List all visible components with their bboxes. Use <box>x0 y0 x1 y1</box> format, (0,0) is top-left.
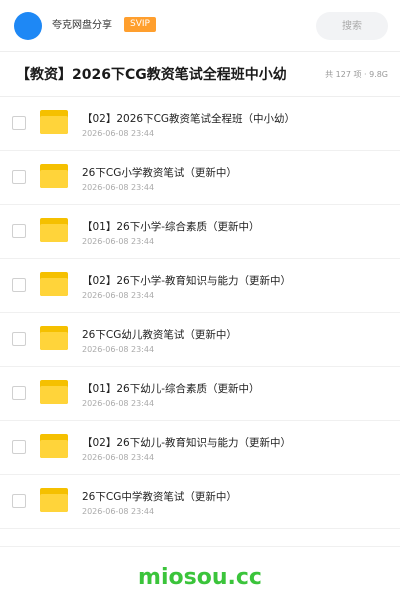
folder-icon <box>40 218 68 242</box>
folder-meta: 共 127 项 · 9.8G <box>325 70 388 79</box>
list-item[interactable]: 26下CG小学教资笔试（更新中） 2026-06-08 23:44 <box>0 151 400 205</box>
item-name: 【02】2026下CG教资笔试全程班（中小幼） <box>82 113 296 125</box>
item-checkbox[interactable] <box>12 278 26 292</box>
footer-divider <box>0 546 400 547</box>
search-input[interactable] <box>316 12 388 40</box>
svip-badge: SVIP <box>124 17 156 32</box>
item-name: 【01】26下幼儿-综合素质（更新中） <box>82 383 260 395</box>
item-name: 26下CG小学教资笔试（更新中） <box>82 167 237 179</box>
list-item[interactable]: 26下CG幼儿教资笔试（更新中） 2026-06-08 23:44 <box>0 313 400 367</box>
folder-icon <box>40 326 68 350</box>
item-checkbox[interactable] <box>12 440 26 454</box>
file-list: 【02】2026下CG教资笔试全程班（中小幼） 2026-06-08 23:44… <box>0 97 400 529</box>
folder-icon <box>40 434 68 458</box>
folder-title-bar: 【教资】2026下CG教资笔试全程班中小幼 共 127 项 · 9.8G <box>0 52 400 97</box>
list-item[interactable]: 【01】26下幼儿-综合素质（更新中） 2026-06-08 23:44 <box>0 367 400 421</box>
item-date: 2026-06-08 23:44 <box>82 183 155 192</box>
folder-icon <box>40 272 68 296</box>
watermark: miosou.cc <box>138 565 262 590</box>
avatar[interactable] <box>14 12 42 40</box>
item-checkbox[interactable] <box>12 494 26 508</box>
item-name: 26下CG幼儿教资笔试（更新中） <box>82 329 237 341</box>
list-item[interactable]: 【02】26下小学-教育知识与能力（更新中） 2026-06-08 23:44 <box>0 259 400 313</box>
folder-icon <box>40 488 68 512</box>
list-item[interactable]: 【02】26下幼儿-教育知识与能力（更新中） 2026-06-08 23:44 <box>0 421 400 475</box>
item-date: 2026-06-08 23:44 <box>82 129 155 138</box>
item-date: 2026-06-08 23:44 <box>82 345 155 354</box>
share-name: 夸克网盘分享 <box>52 20 112 31</box>
item-date: 2026-06-08 23:44 <box>82 237 155 246</box>
list-item[interactable]: 26下CG中学教资笔试（更新中） 2026-06-08 23:44 <box>0 475 400 529</box>
item-name: 【01】26下小学-综合素质（更新中） <box>82 221 260 233</box>
folder-title: 【教资】2026下CG教资笔试全程班中小幼 <box>16 67 287 83</box>
item-checkbox[interactable] <box>12 386 26 400</box>
item-name: 26下CG中学教资笔试（更新中） <box>82 491 237 503</box>
list-item[interactable]: 【02】2026下CG教资笔试全程班（中小幼） 2026-06-08 23:44 <box>0 97 400 151</box>
share-header: 夸克网盘分享 SVIP <box>0 0 400 52</box>
folder-icon <box>40 380 68 404</box>
item-checkbox[interactable] <box>12 332 26 346</box>
item-checkbox[interactable] <box>12 224 26 238</box>
item-name: 【02】26下小学-教育知识与能力（更新中） <box>82 275 292 287</box>
folder-icon <box>40 164 68 188</box>
item-date: 2026-06-08 23:44 <box>82 453 155 462</box>
item-date: 2026-06-08 23:44 <box>82 507 155 516</box>
list-item[interactable]: 【01】26下小学-综合素质（更新中） 2026-06-08 23:44 <box>0 205 400 259</box>
item-date: 2026-06-08 23:44 <box>82 291 155 300</box>
item-name: 【02】26下幼儿-教育知识与能力（更新中） <box>82 437 292 449</box>
item-checkbox[interactable] <box>12 116 26 130</box>
item-date: 2026-06-08 23:44 <box>82 399 155 408</box>
folder-icon <box>40 110 68 134</box>
item-checkbox[interactable] <box>12 170 26 184</box>
